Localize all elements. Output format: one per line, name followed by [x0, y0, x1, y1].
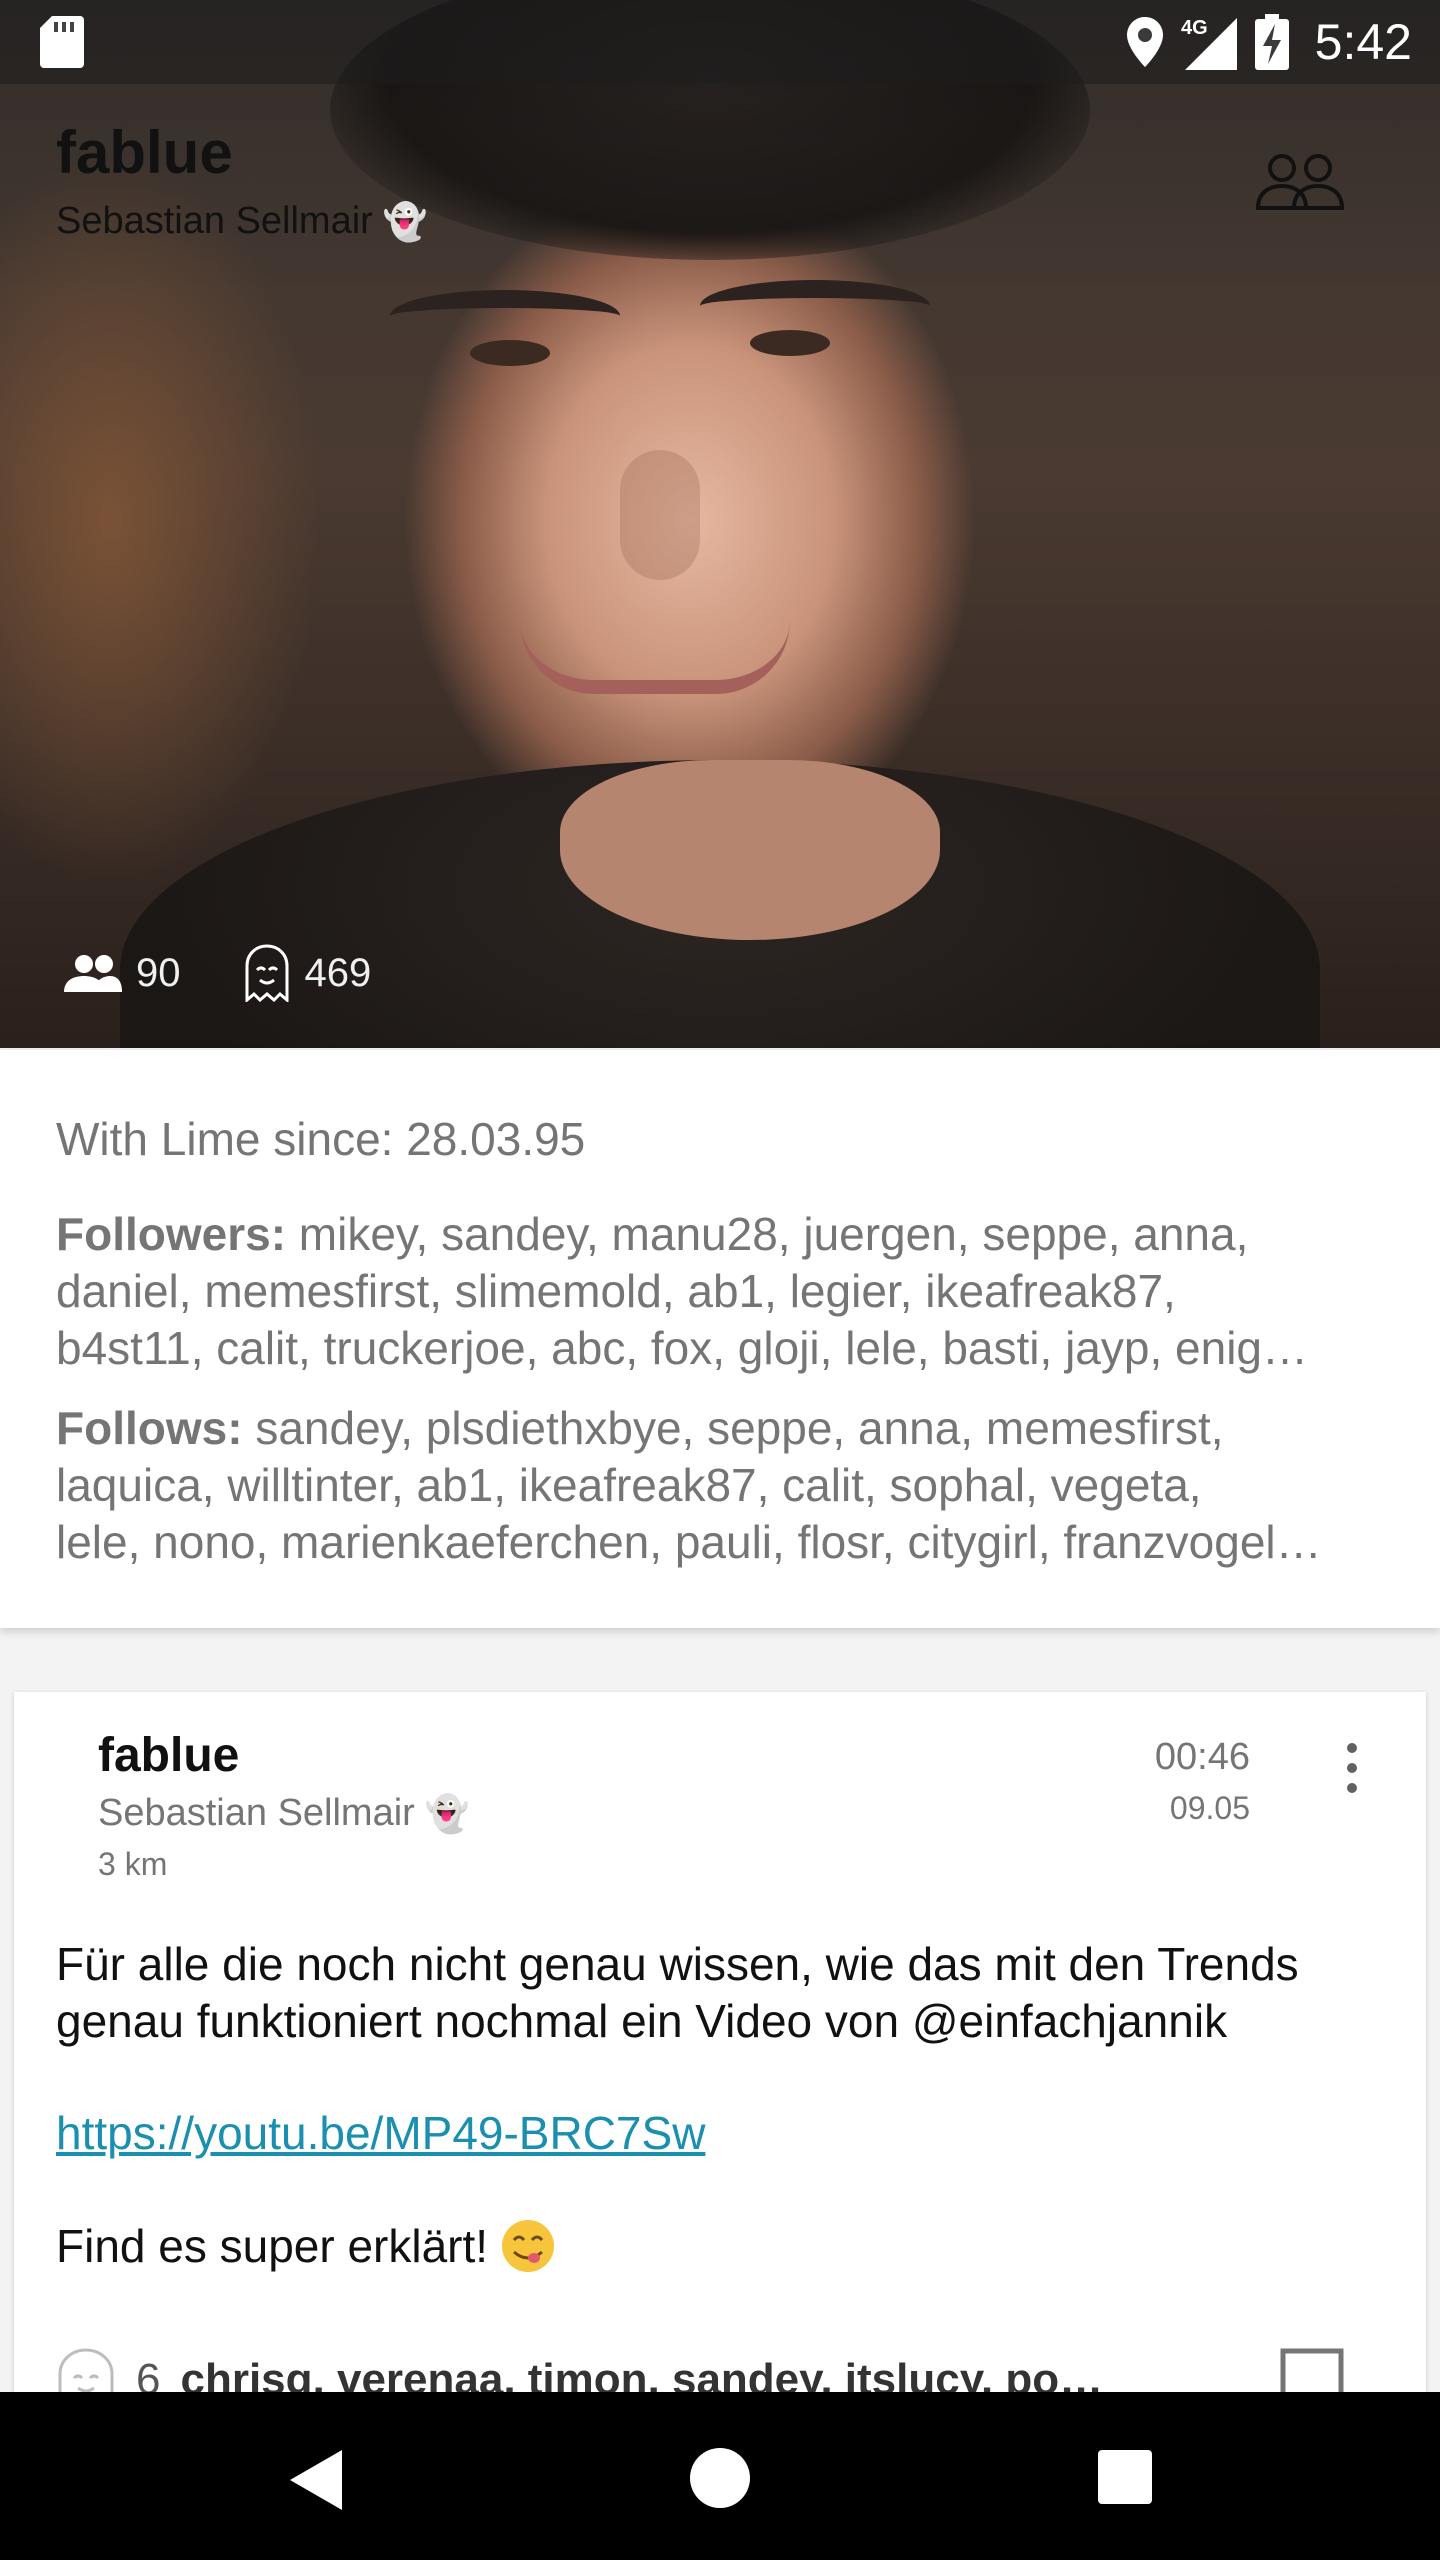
hero-neck [560, 760, 940, 940]
more-options-icon[interactable] [1338, 1740, 1366, 1796]
member-since: With Lime since: 28.03.95 [56, 1113, 586, 1165]
post-closing-text: Find es super erklärt! [56, 2220, 489, 2272]
ghost-emoji: 👻 [424, 1792, 470, 1834]
location-icon [1126, 17, 1163, 67]
followers-label: Followers: [56, 1208, 287, 1260]
followers-line: b4st11, calit, truckerjoe, abc, fox, glo… [56, 1322, 1308, 1374]
recent-apps-icon[interactable] [1098, 2450, 1152, 2504]
post-full-name-text: Sebastian Sellmair [98, 1792, 415, 1834]
post-distance: 3 km [98, 1846, 168, 1882]
follows-label: Follows: [56, 1402, 243, 1454]
followers-list[interactable]: Followers: mikey, sandey, manu28, juerge… [56, 1206, 1396, 1377]
follows-line: lele, nono, marienkaeferchen, pauli, flo… [56, 1516, 1322, 1568]
profile-username: fablue [56, 119, 233, 186]
profile-full-name-text: Sebastian Sellmair [56, 200, 373, 242]
followers-line: Followers: mikey, sandey, manu28, juerge… [56, 1206, 1396, 1263]
post-username[interactable]: fablue [98, 1728, 239, 1783]
post-link[interactable]: https://youtu.be/MP49-BRC7Sw [56, 2106, 705, 2160]
post-date: 09.05 [1169, 1790, 1250, 1826]
hero-eye-left [470, 340, 550, 366]
follows-line: Follows: sandey, plsdiethxbye, seppe, an… [56, 1400, 1396, 1457]
followers-names: mikey, sandey, manu28, juergen, seppe, a… [286, 1208, 1249, 1260]
hero-nose [620, 450, 700, 580]
friends-count: 90 [136, 950, 181, 995]
back-icon[interactable] [286, 2448, 346, 2512]
post-closing: Find es super erklärt! [56, 2218, 556, 2274]
hero-mouth [520, 620, 790, 694]
status-bar: 4G 5:42 [0, 0, 1440, 84]
status-time: 5:42 [1314, 14, 1412, 70]
post-time: 00:46 [1154, 1736, 1250, 1778]
post-body-text: Für alle die noch nicht genau wissen, wi… [56, 1938, 1299, 2047]
profile-full-name: Sebastian Sellmair 👻 [56, 200, 428, 243]
follows-names: sandey, plsdiethxbye, seppe, anna, memes… [242, 1402, 1224, 1454]
battery-charging-icon [1254, 14, 1289, 70]
ghost-icon [245, 944, 288, 1002]
followers-line: daniel, memesfirst, slimemold, ab1, legi… [56, 1265, 1176, 1317]
ghost-emoji: 👻 [382, 200, 428, 242]
ghost-count: 469 [304, 950, 372, 995]
yum-emoji-icon [502, 2220, 555, 2272]
profile-stats: 90 469 [64, 944, 371, 1002]
post-full-name: Sebastian Sellmair 👻 [98, 1792, 470, 1835]
svg-text:4G: 4G [1181, 17, 1208, 39]
follows-list[interactable]: Follows: sandey, plsdiethxbye, seppe, an… [56, 1400, 1396, 1571]
follow-people-icon[interactable] [1256, 152, 1344, 212]
sd-card-icon [40, 16, 84, 68]
home-icon[interactable] [690, 2448, 750, 2508]
hero-eye-right [750, 330, 830, 356]
follows-line: laquica, willtinter, ab1, ikeafreak87, c… [56, 1459, 1202, 1511]
signal-icon: 4G [1181, 17, 1237, 70]
friends-icon [64, 955, 122, 992]
